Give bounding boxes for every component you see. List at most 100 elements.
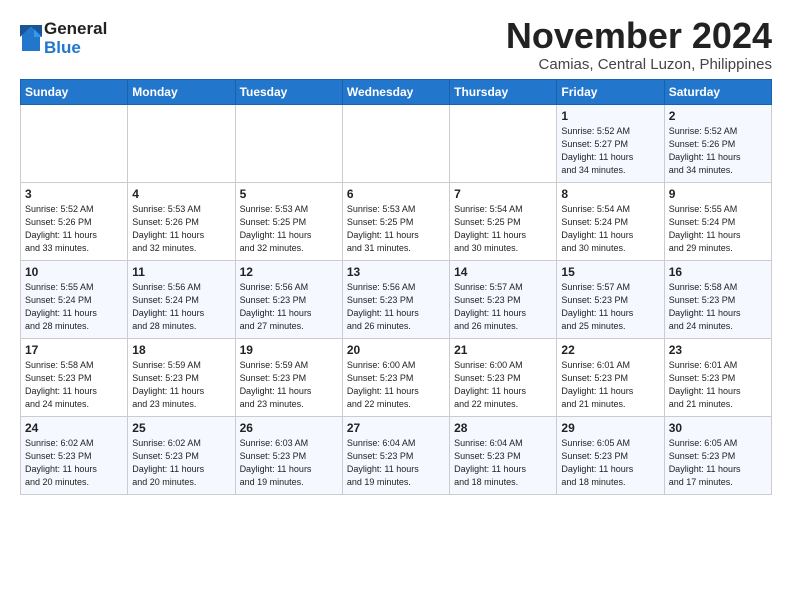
day-number: 2 <box>669 109 767 123</box>
calendar-table: Sunday Monday Tuesday Wednesday Thursday… <box>20 79 772 495</box>
day-number: 1 <box>561 109 659 123</box>
day-number: 4 <box>132 187 230 201</box>
day-info: Sunrise: 5:52 AM Sunset: 5:26 PM Dayligh… <box>25 203 123 255</box>
calendar-cell: 20 Sunrise: 6:00 AM Sunset: 5:23 PM Dayli… <box>342 338 449 416</box>
calendar-header: Sunday Monday Tuesday Wednesday Thursday… <box>21 79 772 104</box>
day-number: 26 <box>240 421 338 435</box>
day-number: 11 <box>132 265 230 279</box>
logo-general: General <box>44 20 107 39</box>
calendar-cell <box>21 104 128 182</box>
day-info: Sunrise: 5:52 AM Sunset: 5:27 PM Dayligh… <box>561 125 659 177</box>
day-number: 24 <box>25 421 123 435</box>
col-thursday: Thursday <box>450 79 557 104</box>
day-info: Sunrise: 5:55 AM Sunset: 5:24 PM Dayligh… <box>669 203 767 255</box>
calendar-cell: 26 Sunrise: 6:03 AM Sunset: 5:23 PM Dayli… <box>235 416 342 494</box>
calendar-cell: 17Sunrise: 5:58 AM Sunset: 5:23 PM Dayli… <box>21 338 128 416</box>
day-number: 6 <box>347 187 445 201</box>
day-number: 12 <box>240 265 338 279</box>
day-info: Sunrise: 5:53 AM Sunset: 5:26 PM Dayligh… <box>132 203 230 255</box>
calendar-week-4: 24 Sunrise: 6:02 AM Sunset: 5:23 PM Dayli… <box>21 416 772 494</box>
logo: General Blue <box>20 20 107 57</box>
day-info: Sunrise: 5:56 AM Sunset: 5:24 PM Dayligh… <box>132 281 230 333</box>
calendar-cell: 29 Sunrise: 6:05 AM Sunset: 5:23 PM Dayli… <box>557 416 664 494</box>
day-number: 8 <box>561 187 659 201</box>
calendar-cell: 11 Sunrise: 5:56 AM Sunset: 5:24 PM Dayli… <box>128 260 235 338</box>
col-friday: Friday <box>557 79 664 104</box>
calendar-cell: 25 Sunrise: 6:02 AM Sunset: 5:23 PM Dayli… <box>128 416 235 494</box>
calendar-cell: 30 Sunrise: 6:05 AM Sunset: 5:23 PM Dayli… <box>664 416 771 494</box>
day-info: Sunrise: 6:05 AM Sunset: 5:23 PM Dayligh… <box>669 437 767 489</box>
day-info: Sunrise: 6:02 AM Sunset: 5:23 PM Dayligh… <box>132 437 230 489</box>
logo-blue: Blue <box>44 39 107 58</box>
calendar-cell: 9Sunrise: 5:55 AM Sunset: 5:24 PM Daylig… <box>664 182 771 260</box>
logo-icon <box>20 25 42 53</box>
day-info: Sunrise: 5:58 AM Sunset: 5:23 PM Dayligh… <box>669 281 767 333</box>
day-info: Sunrise: 6:05 AM Sunset: 5:23 PM Dayligh… <box>561 437 659 489</box>
day-info: Sunrise: 5:54 AM Sunset: 5:25 PM Dayligh… <box>454 203 552 255</box>
day-info: Sunrise: 5:53 AM Sunset: 5:25 PM Dayligh… <box>347 203 445 255</box>
calendar-cell: 28Sunrise: 6:04 AM Sunset: 5:23 PM Dayli… <box>450 416 557 494</box>
logo-text: General Blue <box>44 20 107 57</box>
col-sunday: Sunday <box>21 79 128 104</box>
calendar-cell: 21 Sunrise: 6:00 AM Sunset: 5:23 PM Dayli… <box>450 338 557 416</box>
day-number: 5 <box>240 187 338 201</box>
calendar-cell: 13 Sunrise: 5:56 AM Sunset: 5:23 PM Dayli… <box>342 260 449 338</box>
day-info: Sunrise: 6:00 AM Sunset: 5:23 PM Dayligh… <box>347 359 445 411</box>
title-block: November 2024 Camias, Central Luzon, Phi… <box>506 16 772 73</box>
day-info: Sunrise: 5:58 AM Sunset: 5:23 PM Dayligh… <box>25 359 123 411</box>
calendar-cell: 4 Sunrise: 5:53 AM Sunset: 5:26 PM Daylig… <box>128 182 235 260</box>
location: Camias, Central Luzon, Philippines <box>506 56 772 73</box>
calendar-week-2: 10Sunrise: 5:55 AM Sunset: 5:24 PM Dayli… <box>21 260 772 338</box>
calendar-cell <box>128 104 235 182</box>
day-info: Sunrise: 6:00 AM Sunset: 5:23 PM Dayligh… <box>454 359 552 411</box>
day-number: 7 <box>454 187 552 201</box>
day-number: 20 <box>347 343 445 357</box>
col-tuesday: Tuesday <box>235 79 342 104</box>
day-number: 25 <box>132 421 230 435</box>
page: General Blue November 2024 Camias, Centr… <box>0 0 792 505</box>
calendar-cell: 14Sunrise: 5:57 AM Sunset: 5:23 PM Dayli… <box>450 260 557 338</box>
day-info: Sunrise: 5:59 AM Sunset: 5:23 PM Dayligh… <box>132 359 230 411</box>
day-info: Sunrise: 5:56 AM Sunset: 5:23 PM Dayligh… <box>347 281 445 333</box>
day-info: Sunrise: 5:56 AM Sunset: 5:23 PM Dayligh… <box>240 281 338 333</box>
calendar-cell: 10Sunrise: 5:55 AM Sunset: 5:24 PM Dayli… <box>21 260 128 338</box>
calendar-cell: 18Sunrise: 5:59 AM Sunset: 5:23 PM Dayli… <box>128 338 235 416</box>
calendar-week-0: 1 Sunrise: 5:52 AM Sunset: 5:27 PM Daylig… <box>21 104 772 182</box>
calendar-week-3: 17Sunrise: 5:58 AM Sunset: 5:23 PM Dayli… <box>21 338 772 416</box>
month-title: November 2024 <box>506 16 772 56</box>
day-number: 10 <box>25 265 123 279</box>
calendar-cell <box>235 104 342 182</box>
day-info: Sunrise: 6:03 AM Sunset: 5:23 PM Dayligh… <box>240 437 338 489</box>
day-number: 13 <box>347 265 445 279</box>
day-info: Sunrise: 5:53 AM Sunset: 5:25 PM Dayligh… <box>240 203 338 255</box>
day-number: 3 <box>25 187 123 201</box>
day-number: 19 <box>240 343 338 357</box>
calendar-cell: 27 Sunrise: 6:04 AM Sunset: 5:23 PM Dayli… <box>342 416 449 494</box>
day-number: 15 <box>561 265 659 279</box>
day-info: Sunrise: 6:01 AM Sunset: 5:23 PM Dayligh… <box>561 359 659 411</box>
calendar-cell: 22Sunrise: 6:01 AM Sunset: 5:23 PM Dayli… <box>557 338 664 416</box>
day-info: Sunrise: 6:04 AM Sunset: 5:23 PM Dayligh… <box>347 437 445 489</box>
day-number: 21 <box>454 343 552 357</box>
calendar-cell: 24Sunrise: 6:02 AM Sunset: 5:23 PM Dayli… <box>21 416 128 494</box>
day-number: 30 <box>669 421 767 435</box>
day-info: Sunrise: 5:59 AM Sunset: 5:23 PM Dayligh… <box>240 359 338 411</box>
calendar-cell: 19 Sunrise: 5:59 AM Sunset: 5:23 PM Dayli… <box>235 338 342 416</box>
calendar-cell: 12 Sunrise: 5:56 AM Sunset: 5:23 PM Dayli… <box>235 260 342 338</box>
calendar-cell: 16Sunrise: 5:58 AM Sunset: 5:23 PM Dayli… <box>664 260 771 338</box>
col-monday: Monday <box>128 79 235 104</box>
col-saturday: Saturday <box>664 79 771 104</box>
calendar-cell: 23 Sunrise: 6:01 AM Sunset: 5:23 PM Dayli… <box>664 338 771 416</box>
col-wednesday: Wednesday <box>342 79 449 104</box>
day-info: Sunrise: 5:57 AM Sunset: 5:23 PM Dayligh… <box>454 281 552 333</box>
calendar-cell: 5 Sunrise: 5:53 AM Sunset: 5:25 PM Daylig… <box>235 182 342 260</box>
calendar-cell: 1 Sunrise: 5:52 AM Sunset: 5:27 PM Daylig… <box>557 104 664 182</box>
calendar-cell <box>450 104 557 182</box>
day-number: 27 <box>347 421 445 435</box>
day-info: Sunrise: 5:54 AM Sunset: 5:24 PM Dayligh… <box>561 203 659 255</box>
calendar-cell: 7 Sunrise: 5:54 AM Sunset: 5:25 PM Daylig… <box>450 182 557 260</box>
day-number: 23 <box>669 343 767 357</box>
day-info: Sunrise: 6:01 AM Sunset: 5:23 PM Dayligh… <box>669 359 767 411</box>
day-number: 29 <box>561 421 659 435</box>
calendar-cell: 2Sunrise: 5:52 AM Sunset: 5:26 PM Daylig… <box>664 104 771 182</box>
